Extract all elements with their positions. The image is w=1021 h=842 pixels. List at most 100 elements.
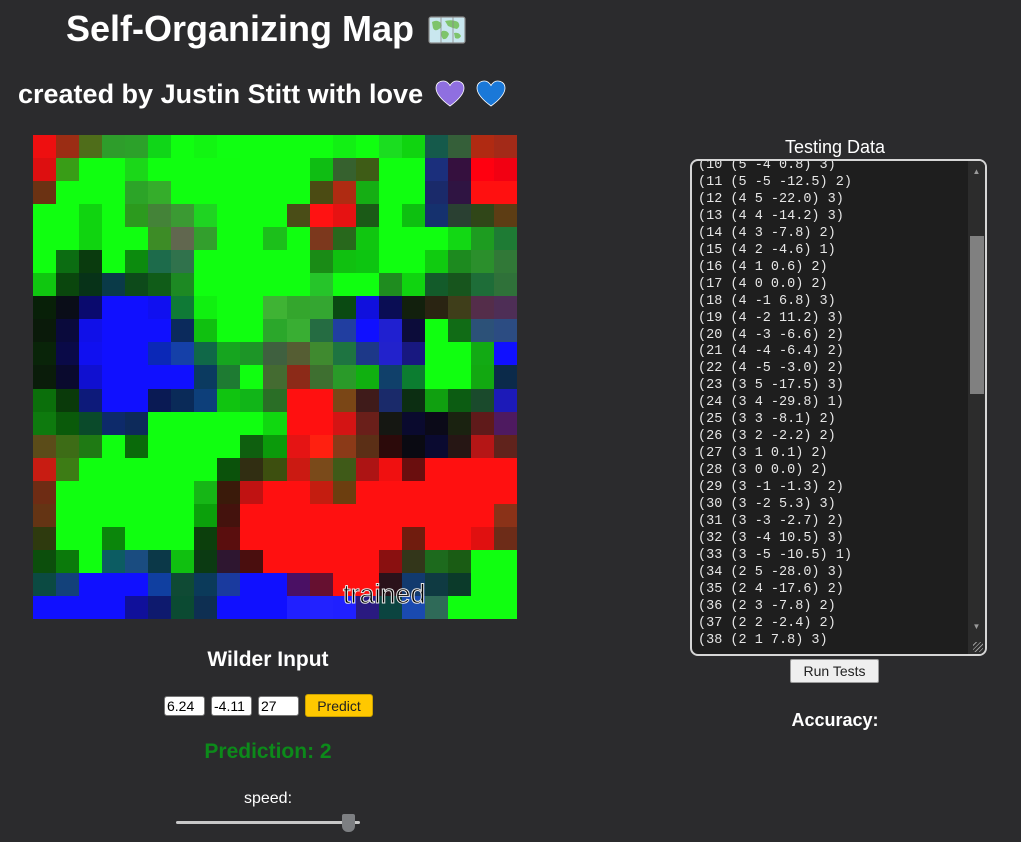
som-node [125, 342, 149, 366]
som-node [194, 411, 218, 435]
som-node [493, 135, 517, 159]
som-node [378, 411, 402, 435]
som-node [493, 296, 517, 320]
som-node [194, 595, 218, 619]
scroll-down-arrow-icon[interactable]: ▼ [968, 620, 985, 634]
testing-data-line: (30 (3 -2 5.3) 3) [698, 497, 836, 513]
som-node [125, 158, 149, 182]
y-input[interactable] [211, 695, 252, 716]
som-node [217, 365, 241, 389]
som-node [240, 181, 264, 205]
som-node [401, 457, 425, 481]
som-node [424, 549, 448, 573]
som-node [240, 503, 264, 527]
som-node [332, 250, 356, 274]
scroll-thumb[interactable] [970, 236, 984, 394]
testing-data-line: (12 (4 5 -22.0) 3) [698, 191, 844, 207]
som-node [194, 319, 218, 343]
som-node [148, 273, 172, 297]
som-node [424, 135, 448, 159]
som-node [56, 572, 80, 596]
wilder-input-row: Predict [164, 694, 373, 717]
som-node [286, 549, 310, 573]
som-node [309, 227, 333, 251]
z-input[interactable] [258, 695, 299, 716]
som-node [447, 227, 471, 251]
som-node [493, 503, 517, 527]
som-node [470, 411, 494, 435]
som-node [355, 526, 379, 550]
som-node [194, 526, 218, 550]
som-node [125, 434, 149, 458]
som-node [240, 250, 264, 274]
testing-data-line: (19 (4 -2 11.2) 3) [698, 310, 844, 326]
som-node [447, 411, 471, 435]
som-node [240, 595, 264, 619]
som-node [447, 181, 471, 205]
som-node [217, 204, 241, 228]
testing-data-textarea[interactable]: (10 (5 -4 0.8) 3) (11 (5 -5 -12.5) 2) (12 … [690, 159, 987, 656]
x-input[interactable] [164, 695, 205, 716]
som-node [33, 572, 57, 596]
som-node [401, 549, 425, 573]
testing-data-line: (10 (5 -4 0.8) 3) [698, 159, 836, 173]
som-node [79, 250, 103, 274]
speed-slider-thumb[interactable] [342, 814, 355, 832]
som-node [401, 342, 425, 366]
som-node [263, 388, 287, 412]
som-node [447, 503, 471, 527]
som-node [171, 296, 195, 320]
prediction-text: Prediction: 2 [204, 740, 332, 763]
som-node [171, 319, 195, 343]
testing-data-line: (20 (4 -3 -6.6) 2) [698, 327, 844, 343]
predict-button[interactable]: Predict [305, 694, 373, 717]
som-node [355, 388, 379, 412]
som-node [424, 595, 448, 619]
som-node [33, 181, 57, 205]
run-tests-button[interactable]: Run Tests [790, 659, 879, 683]
som-node [470, 549, 494, 573]
testing-data-scrollbar[interactable]: ▲ ▼ [968, 161, 985, 654]
som-node [401, 319, 425, 343]
speed-slider[interactable] [176, 812, 360, 832]
som-node [125, 388, 149, 412]
som-node [217, 181, 241, 205]
som-node [401, 365, 425, 389]
testing-data-line: (18 (4 -1 6.8) 3) [698, 293, 836, 309]
som-node [79, 434, 103, 458]
som-node [240, 227, 264, 251]
som-node [309, 457, 333, 481]
som-node [470, 572, 494, 596]
som-node [148, 227, 172, 251]
som-node [102, 273, 126, 297]
som-node [378, 250, 402, 274]
som-node [217, 503, 241, 527]
som-node [447, 457, 471, 481]
som-node [102, 388, 126, 412]
som-node [194, 503, 218, 527]
scroll-up-arrow-icon[interactable]: ▲ [968, 165, 985, 179]
som-node [33, 526, 57, 550]
som-node [263, 181, 287, 205]
som-node [125, 296, 149, 320]
som-node [424, 319, 448, 343]
subtitle-text: created by Justin Stitt with love [18, 79, 424, 109]
som-node [240, 572, 264, 596]
som-node [424, 526, 448, 550]
som-node [56, 296, 80, 320]
som-node [493, 388, 517, 412]
som-node [378, 365, 402, 389]
som-node [493, 595, 517, 619]
testing-data-line: (22 (4 -5 -3.0) 2) [698, 361, 844, 377]
som-node [424, 365, 448, 389]
testing-data-line: (35 (2 4 -17.6) 2) [698, 581, 844, 597]
som-node [171, 595, 195, 619]
purple-heart-icon [435, 80, 465, 107]
som-node [240, 273, 264, 297]
som-node [56, 457, 80, 481]
som-node [309, 365, 333, 389]
som-node [355, 411, 379, 435]
resize-grip-icon[interactable] [973, 642, 983, 652]
testing-data-line: (27 (3 1 0.1) 2) [698, 446, 828, 462]
som-node [286, 526, 310, 550]
